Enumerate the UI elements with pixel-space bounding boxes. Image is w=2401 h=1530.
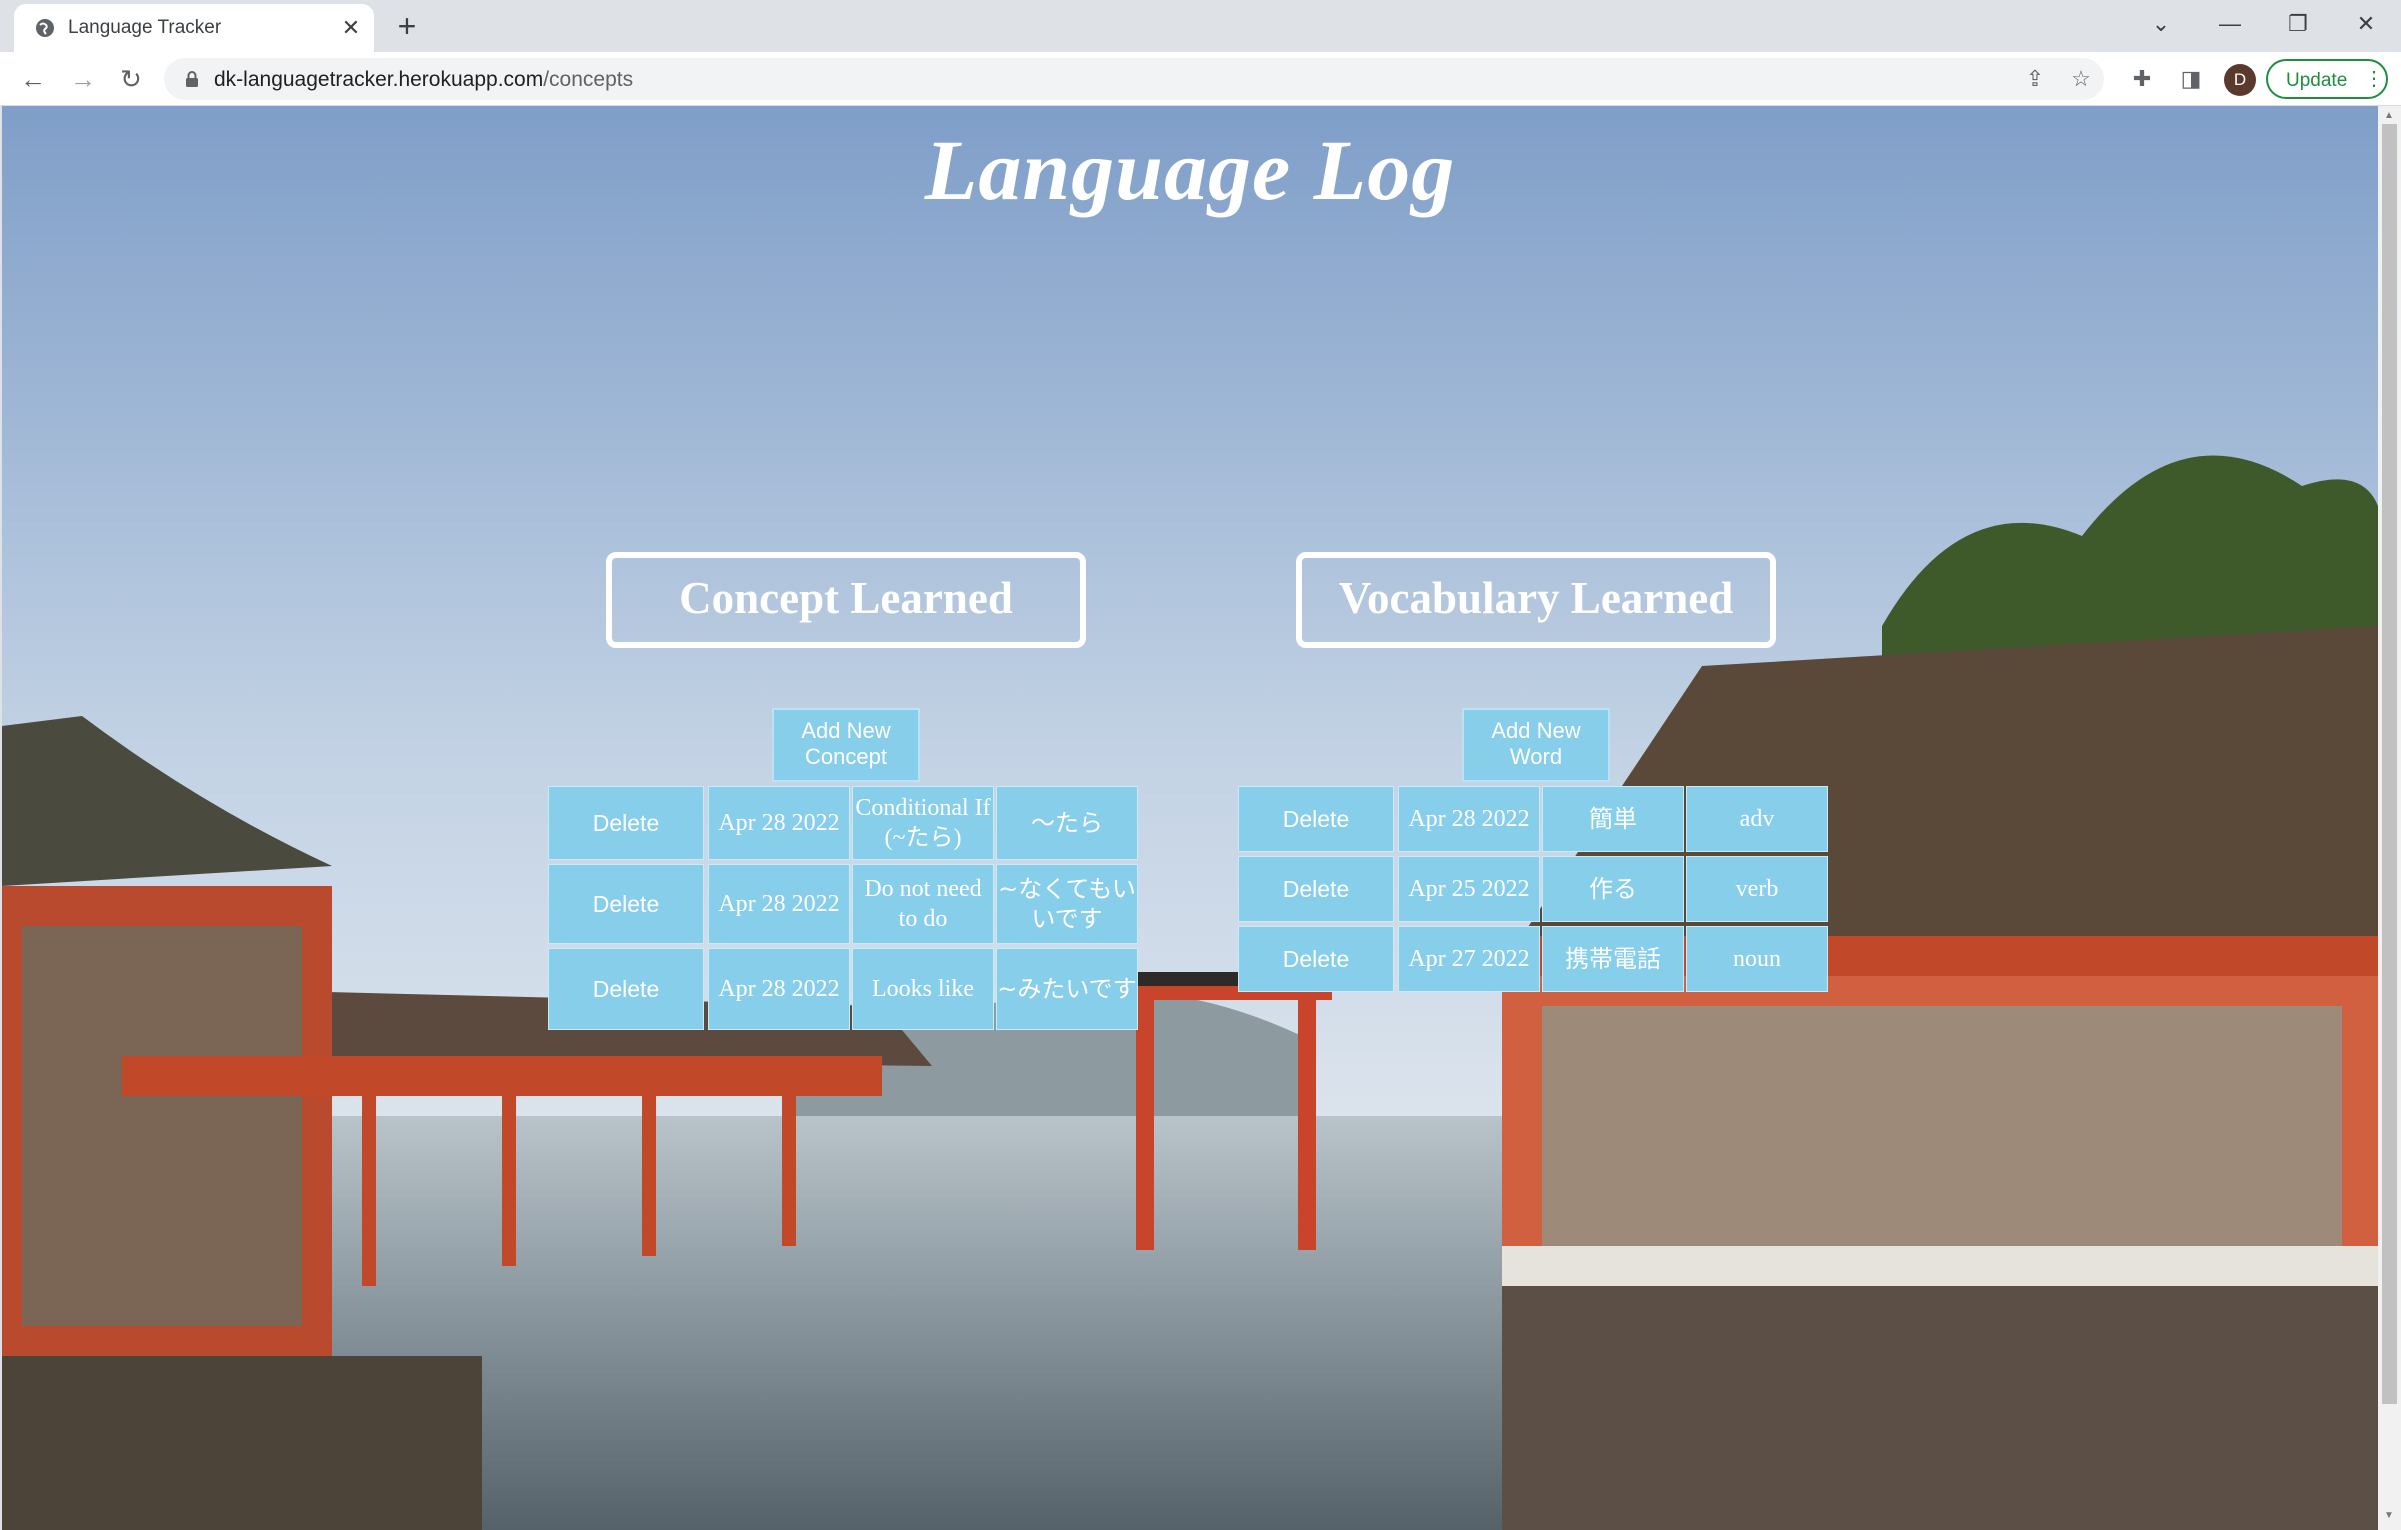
update-label: Update [2286, 70, 2348, 91]
tab-strip: Language Tracker ✕ + ⌄ — ❐ ✕ [0, 0, 2401, 52]
address-bar[interactable]: dk-languagetracker.herokuapp.com/concept… [164, 58, 2104, 100]
close-window-icon[interactable]: ✕ [2346, 6, 2386, 42]
page-title: Language Log [924, 122, 1456, 218]
globe-icon [36, 19, 54, 37]
delete-button[interactable]: Delete [1238, 856, 1394, 922]
star-icon[interactable]: ☆ [2066, 64, 2096, 94]
concept-date: Apr 28 2022 [708, 864, 850, 944]
concept-date: Apr 28 2022 [708, 786, 850, 860]
share-icon[interactable]: ⇪ [2020, 64, 2050, 94]
profile-avatar[interactable]: D [2224, 64, 2256, 96]
browser-tab[interactable]: Language Tracker ✕ [14, 4, 374, 52]
lock-icon [186, 71, 198, 87]
word-type: noun [1686, 926, 1828, 992]
concept-meaning: Do not need to do [852, 864, 994, 944]
concept-grammar: ~みたいです [996, 948, 1138, 1030]
concept-heading-box: Concept Learned [606, 552, 1086, 648]
url-host: dk-languagetracker.herokuapp.com [214, 68, 544, 91]
reload-icon[interactable]: ↻ [114, 62, 148, 96]
background-image [2, 106, 2378, 1530]
tab-search-icon[interactable]: ⌄ [2141, 6, 2181, 42]
vocabulary-heading: Vocabulary Learned [1338, 573, 1734, 623]
concept-meaning: Conditional If (~たら) [852, 786, 994, 860]
word-text: 簡単 [1542, 786, 1684, 852]
delete-button[interactable]: Delete [548, 786, 704, 860]
concept-heading: Concept Learned [679, 573, 1013, 623]
url-text: dk-languagetracker.herokuapp.com/concept… [214, 68, 633, 92]
vocabulary-heading-box: Vocabulary Learned [1296, 552, 1776, 648]
side-panel-icon[interactable]: ◨ [2174, 62, 2208, 96]
word-text: 携帯電話 [1542, 926, 1684, 992]
concept-grammar: 〜たら [996, 786, 1138, 860]
delete-button[interactable]: Delete [548, 948, 704, 1030]
menu-icon: ⋮ [2364, 68, 2384, 90]
word-date: Apr 25 2022 [1398, 856, 1540, 922]
browser-toolbar: ← → ↻ dk-languagetracker.herokuapp.com/c… [0, 52, 2401, 106]
page-viewport: Language Log Concept Learned Add New Con… [2, 106, 2378, 1530]
forward-icon[interactable]: → [66, 62, 100, 96]
extensions-icon[interactable]: ✚ [2125, 62, 2159, 96]
new-tab-button[interactable]: + [390, 10, 424, 44]
add-concept-button[interactable]: Add New Concept [772, 708, 920, 782]
back-icon[interactable]: ← [16, 62, 50, 96]
concept-meaning: Looks like [852, 948, 994, 1030]
word-type: adv [1686, 786, 1828, 852]
word-date: Apr 27 2022 [1398, 926, 1540, 992]
tab-close-icon[interactable]: ✕ [338, 15, 364, 41]
url-path: /concepts [543, 68, 634, 91]
update-button[interactable]: Update ⋮ [2266, 59, 2388, 99]
delete-button[interactable]: Delete [1238, 786, 1394, 852]
scroll-thumb[interactable] [2382, 124, 2397, 1404]
scroll-down-icon[interactable]: ▼ [2384, 1510, 2394, 1521]
add-word-button[interactable]: Add New Word [1462, 708, 1610, 782]
minimize-icon[interactable]: — [2210, 6, 2250, 42]
word-type: verb [1686, 856, 1828, 922]
delete-button[interactable]: Delete [1238, 926, 1394, 992]
vertical-scrollbar[interactable]: ▲ ▼ [2378, 106, 2401, 1530]
concept-grammar: ~なくてもいいです [996, 864, 1138, 944]
concept-date: Apr 28 2022 [708, 948, 850, 1030]
tab-title: Language Tracker [68, 17, 222, 38]
word-date: Apr 28 2022 [1398, 786, 1540, 852]
restore-icon[interactable]: ❐ [2278, 6, 2318, 42]
delete-button[interactable]: Delete [548, 864, 704, 944]
word-text: 作る [1542, 856, 1684, 922]
scroll-up-icon[interactable]: ▲ [2384, 110, 2394, 121]
